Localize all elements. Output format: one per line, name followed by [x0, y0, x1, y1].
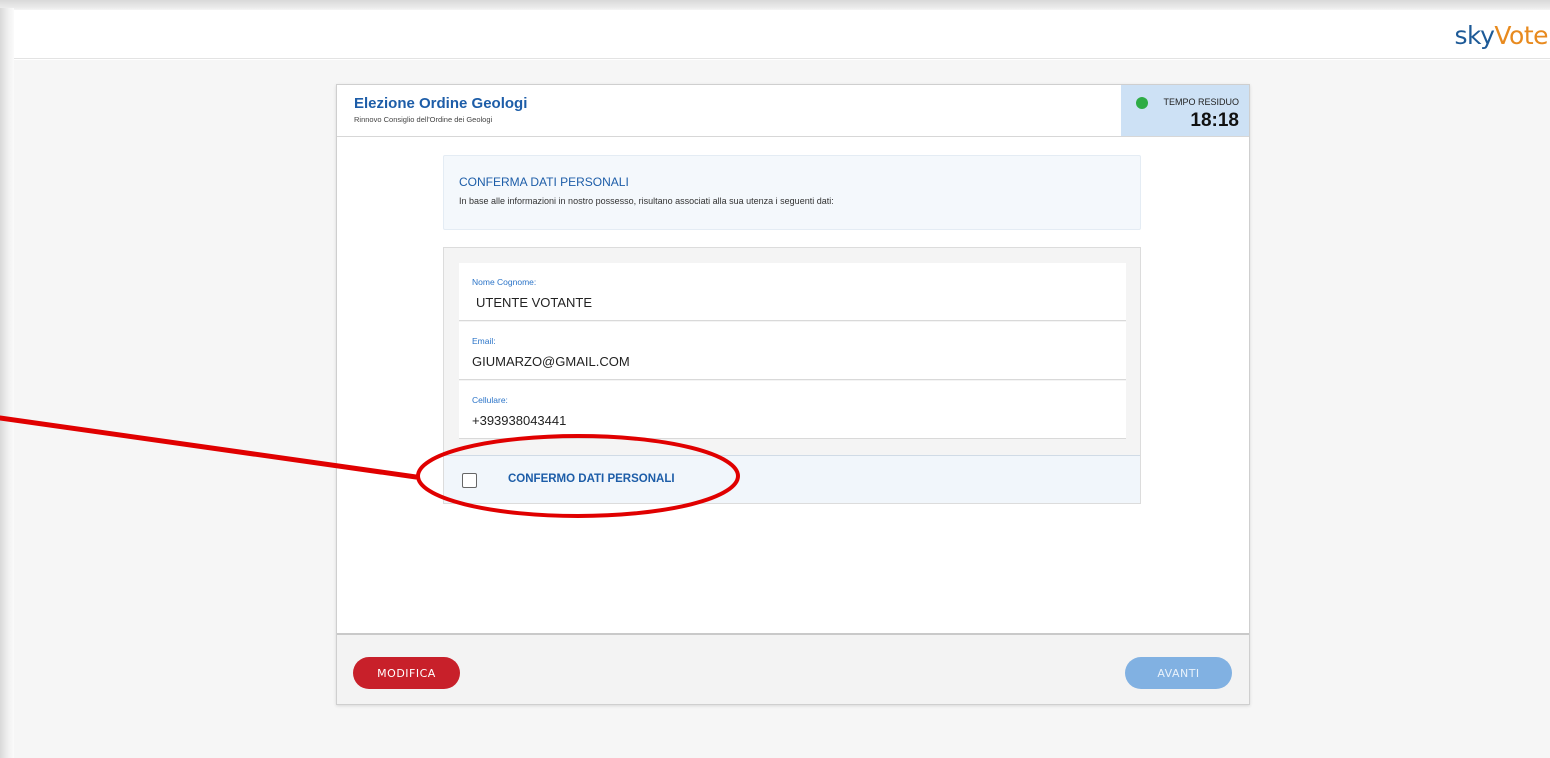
modifica-button[interactable]: MODIFICA [353, 657, 460, 689]
field-value: UTENTE VOTANTE [476, 295, 593, 310]
field-value: GIUMARZO@GMAIL.COM [472, 354, 630, 369]
field-label: Email: [472, 336, 496, 346]
skyvote-logo: skyVote [1454, 21, 1548, 50]
field-value: +393938043441 [472, 413, 567, 428]
info-title: CONFERMA DATI PERSONALI [459, 175, 629, 189]
confirm-checkbox[interactable] [462, 473, 477, 488]
election-subtitle: Rinnovo Consiglio dell'Ordine dei Geolog… [354, 115, 493, 124]
timer-box: TEMPO RESIDUO 18:18 [1121, 85, 1249, 136]
card-header: Elezione Ordine Geologi Rinnovo Consigli… [337, 85, 1249, 137]
voting-card: Elezione Ordine Geologi Rinnovo Consigli… [336, 84, 1250, 705]
avanti-button[interactable]: AVANTI [1125, 657, 1232, 689]
window-edge-shadow [0, 8, 14, 758]
info-box: CONFERMA DATI PERSONALI In base alle inf… [443, 155, 1141, 230]
logo-vote-text: Vote [1494, 21, 1548, 50]
field-nome-cognome: Nome Cognome: UTENTE VOTANTE [459, 263, 1126, 321]
info-text: In base alle informazioni in nostro poss… [459, 196, 834, 206]
field-email: Email: GIUMARZO@GMAIL.COM [459, 322, 1126, 380]
field-label: Cellulare: [472, 395, 508, 405]
timer-label: TEMPO RESIDUO [1163, 97, 1239, 107]
confirm-label[interactable]: CONFERMO DATI PERSONALI [508, 473, 675, 485]
timer-value: 18:18 [1190, 110, 1239, 131]
election-title: Elezione Ordine Geologi [354, 95, 528, 112]
timer-status-dot-icon [1136, 97, 1148, 109]
card-footer: MODIFICA AVANTI [337, 633, 1249, 704]
field-cellulare: Cellulare: +393938043441 [459, 381, 1126, 439]
field-label: Nome Cognome: [472, 277, 537, 287]
logo-sky-text: sky [1454, 21, 1495, 50]
top-bar: skyVote [14, 10, 1550, 59]
personal-data-form: Nome Cognome: UTENTE VOTANTE Email: GIUM… [443, 247, 1141, 504]
app-window: skyVote Elezione Ordine Geologi Rinnovo … [0, 0, 1550, 758]
confirm-row[interactable]: CONFERMO DATI PERSONALI [444, 455, 1140, 503]
